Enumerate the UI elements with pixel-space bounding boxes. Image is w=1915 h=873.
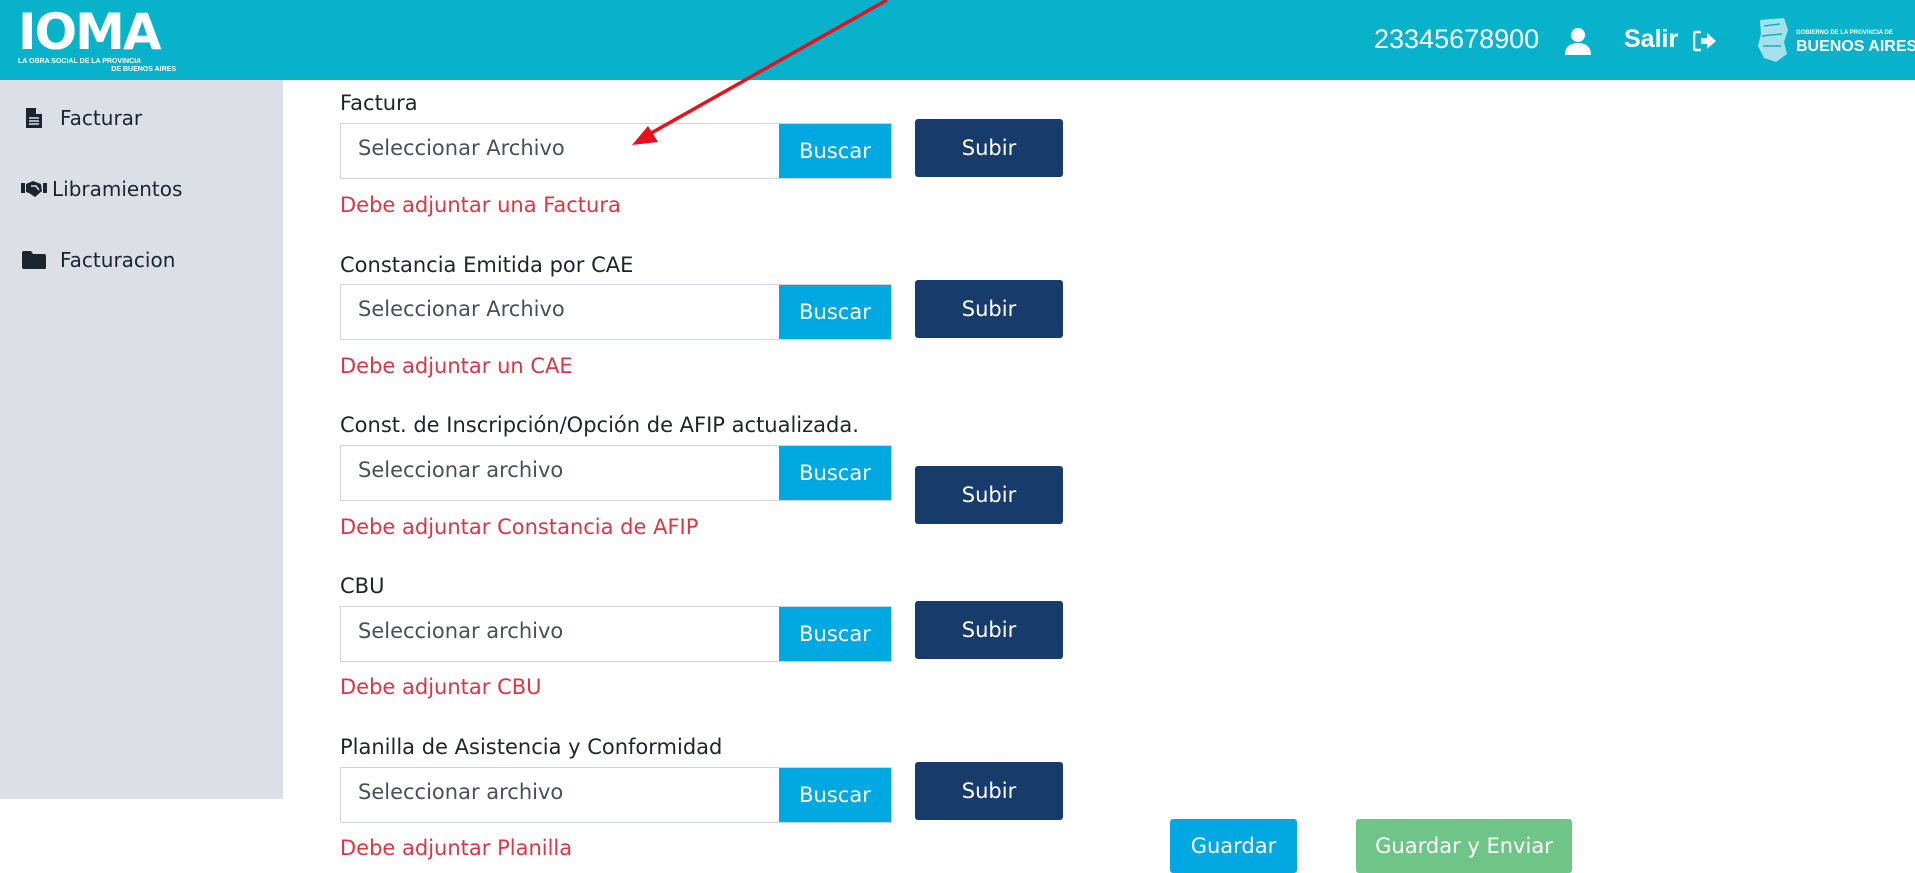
- afip-error: Debe adjuntar Constancia de AFIP: [340, 515, 699, 539]
- province-logo-top: GOBIERNO DE LA PROVINCIA DE: [1796, 30, 1893, 36]
- cae-upload-button[interactable]: Subir: [915, 280, 1063, 338]
- sidebar: Facturar Libramientos Facturacion: [0, 80, 283, 799]
- logo-subtitle-line1: LA OBRA SOCIAL DE LA PROVINCIA: [18, 58, 142, 65]
- afip-file-input[interactable]: Seleccionar archivo Buscar: [340, 445, 892, 501]
- cbu-browse-button[interactable]: Buscar: [779, 607, 891, 661]
- sidebar-item-label: Facturacion: [60, 248, 176, 272]
- file-icon: [20, 106, 48, 130]
- handshake-icon: [20, 177, 48, 201]
- cae-browse-button[interactable]: Buscar: [779, 285, 891, 339]
- factura-upload-button[interactable]: Subir: [915, 119, 1063, 177]
- planilla-upload-button[interactable]: Subir: [915, 762, 1063, 820]
- sidebar-item-libramientos[interactable]: Libramientos: [20, 171, 182, 207]
- folder-icon: [20, 248, 48, 272]
- factura-browse-button[interactable]: Buscar: [779, 124, 891, 178]
- sign-out-icon[interactable]: [1693, 30, 1717, 52]
- user-id: 23345678900: [1374, 24, 1540, 54]
- province-logo: GOBIERNO DE LA PROVINCIA DE BUENOS AIRES: [1754, 14, 1915, 66]
- sidebar-item-label: Libramientos: [52, 177, 183, 201]
- file-placeholder: Seleccionar archivo: [358, 458, 564, 482]
- file-placeholder: Seleccionar Archivo: [358, 297, 565, 321]
- afip-upload-button[interactable]: Subir: [915, 466, 1063, 524]
- factura-error: Debe adjuntar una Factura: [340, 193, 621, 217]
- cae-file-input[interactable]: Seleccionar Archivo Buscar: [340, 284, 892, 340]
- logout-link[interactable]: Salir: [1624, 22, 1678, 56]
- cbu-file-input[interactable]: Seleccionar archivo Buscar: [340, 606, 892, 662]
- planilla-file-input[interactable]: Seleccionar archivo Buscar: [340, 767, 892, 823]
- afip-label: Const. de Inscripción/Opción de AFIP act…: [340, 413, 859, 437]
- file-placeholder: Seleccionar archivo: [358, 619, 564, 643]
- cbu-upload-button[interactable]: Subir: [915, 601, 1063, 659]
- afip-browse-button[interactable]: Buscar: [779, 446, 891, 500]
- sidebar-item-facturar[interactable]: Facturar: [20, 100, 142, 136]
- save-and-send-button[interactable]: Guardar y Enviar: [1356, 819, 1572, 873]
- cbu-label: CBU: [340, 574, 385, 598]
- logo-title: IOMA: [18, 3, 162, 61]
- logo-subtitle-line2: DE BUENOS AIRES: [111, 66, 176, 73]
- factura-label: Factura: [340, 91, 418, 115]
- cae-error: Debe adjuntar un CAE: [340, 354, 573, 378]
- planilla-label: Planilla de Asistencia y Conformidad: [340, 735, 723, 759]
- cae-label: Constancia Emitida por CAE: [340, 253, 634, 277]
- user-icon[interactable]: [1563, 26, 1593, 56]
- file-placeholder: Seleccionar archivo: [358, 780, 564, 804]
- planilla-browse-button[interactable]: Buscar: [779, 768, 891, 822]
- planilla-error: Debe adjuntar Planilla: [340, 836, 573, 860]
- province-logo-bottom: BUENOS AIRES: [1796, 38, 1915, 55]
- province-map-icon: [1758, 18, 1788, 62]
- sidebar-item-facturacion[interactable]: Facturacion: [20, 242, 175, 278]
- file-placeholder: Seleccionar Archivo: [358, 136, 565, 160]
- save-button[interactable]: Guardar: [1170, 819, 1297, 873]
- top-bar: IOMA LA OBRA SOCIAL DE LA PROVINCIA DE B…: [0, 0, 1915, 80]
- sidebar-item-label: Facturar: [60, 106, 143, 130]
- factura-file-input[interactable]: Seleccionar Archivo Buscar: [340, 123, 892, 179]
- cbu-error: Debe adjuntar CBU: [340, 675, 542, 699]
- ioma-logo[interactable]: IOMA LA OBRA SOCIAL DE LA PROVINCIA DE B…: [18, 6, 176, 74]
